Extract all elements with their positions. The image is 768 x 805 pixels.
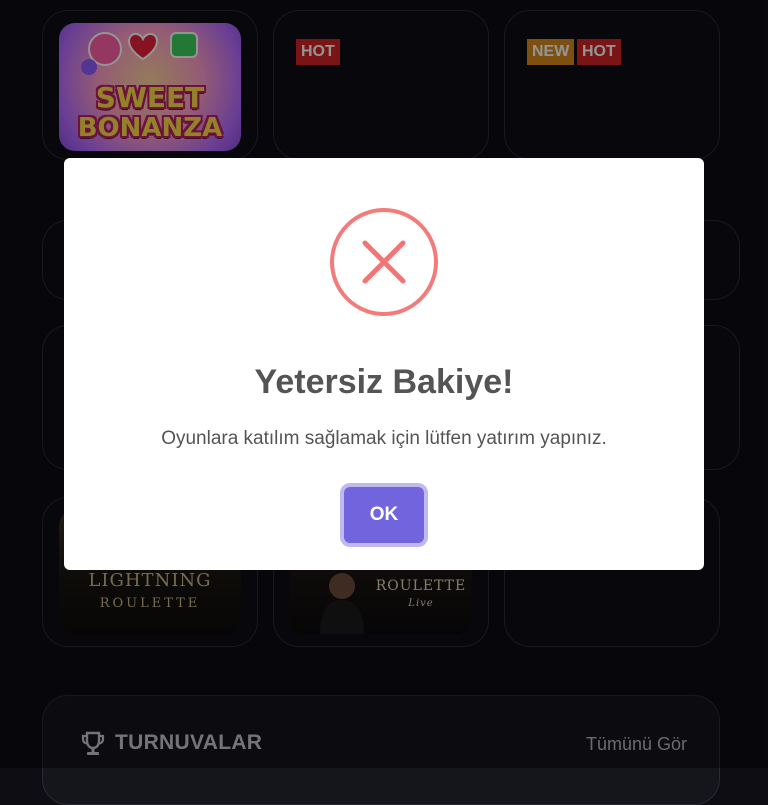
dialog-title: Yetersiz Bakiye! [254, 363, 514, 401]
dialog-message: Oyunlara katılım sağlamak için lütfen ya… [161, 428, 607, 449]
ok-button[interactable]: OK [344, 487, 424, 543]
insufficient-balance-dialog: Yetersiz Bakiye! Oyunlara katılım sağlam… [64, 158, 704, 570]
error-x-icon [330, 208, 438, 316]
